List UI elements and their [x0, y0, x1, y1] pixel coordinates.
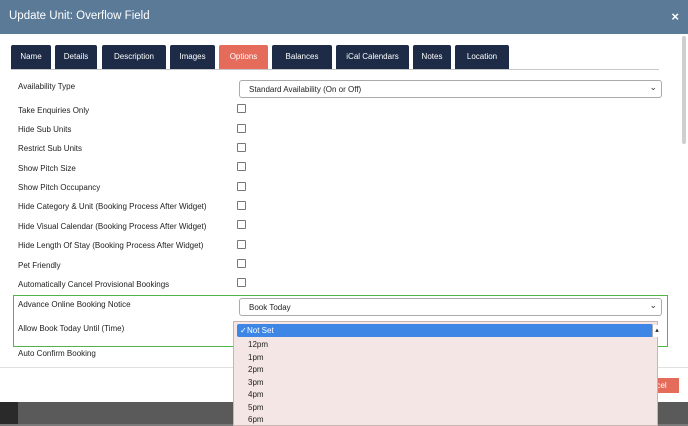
auto-confirm-booking-label: Auto Confirm Booking: [18, 349, 96, 358]
dropdown-option-4pm[interactable]: 4pm: [234, 388, 657, 401]
book-today-until-label: Allow Book Today Until (Time): [18, 324, 125, 333]
tab-images[interactable]: Images: [170, 45, 215, 69]
hide-length-of-stay-label: Hide Length Of Stay (Booking Process Aft…: [18, 241, 204, 250]
scrollbar[interactable]: [682, 36, 686, 144]
dropdown-option-12pm[interactable]: 12pm: [234, 338, 657, 351]
tab-name[interactable]: Name: [11, 45, 51, 69]
chevron-down-icon: ⌄: [649, 82, 657, 92]
auto-cancel-provisional-label: Automatically Cancel Provisional Booking…: [18, 280, 170, 289]
show-pitch-occupancy-label: Show Pitch Occupancy: [18, 183, 101, 192]
show-pitch-occupancy-checkbox[interactable]: [237, 182, 246, 191]
tab-notes[interactable]: Notes: [413, 45, 451, 69]
tab-options[interactable]: Options: [219, 45, 268, 69]
modal-header: Update Unit: Overflow Field ×: [0, 0, 688, 34]
hide-visual-calendar-checkbox[interactable]: [237, 220, 246, 229]
hide-length-of-stay-checkbox[interactable]: [237, 240, 246, 249]
checkmark-icon: ✓: [240, 326, 247, 335]
tab-balances[interactable]: Balances: [272, 45, 332, 69]
close-icon[interactable]: ×: [671, 9, 679, 24]
modal-title: Update Unit: Overflow Field: [9, 10, 150, 22]
hide-sub-units-label: Hide Sub Units: [18, 125, 72, 134]
dropdown-option-3pm[interactable]: 3pm: [234, 376, 657, 389]
dropdown-arrow-icon[interactable]: ▴: [652, 325, 661, 337]
show-pitch-size-label: Show Pitch Size: [18, 164, 76, 173]
chevron-down-icon: ⌄: [649, 300, 657, 310]
availability-type-value: Standard Availability (On or Off): [249, 85, 362, 94]
dropdown-option-not-set[interactable]: ✓ Not Set: [237, 324, 653, 337]
availability-type-select[interactable]: Standard Availability (On or Off) ⌄: [239, 80, 662, 98]
dropdown-option-5pm[interactable]: 5pm: [234, 401, 657, 414]
tab-ical-calendars[interactable]: iCal Calendars: [336, 45, 409, 69]
availability-type-label: Availability Type: [18, 82, 76, 91]
auto-cancel-provisional-checkbox[interactable]: [237, 278, 246, 287]
hide-category-unit-label: Hide Category & Unit (Booking Process Af…: [18, 202, 207, 211]
advance-booking-notice-value: Book Today: [249, 303, 291, 312]
restrict-sub-units-label: Restrict Sub Units: [18, 144, 83, 153]
dropdown-option-2pm[interactable]: 2pm: [234, 363, 657, 376]
advance-booking-notice-label: Advance Online Booking Notice: [18, 300, 131, 309]
tab-location[interactable]: Location: [455, 45, 509, 69]
hide-sub-units-checkbox[interactable]: [237, 124, 246, 133]
pet-friendly-checkbox[interactable]: [237, 259, 246, 268]
pet-friendly-label: Pet Friendly: [18, 261, 61, 270]
background-dark-block: [0, 402, 18, 424]
tab-description[interactable]: Description: [102, 45, 166, 69]
take-enquiries-checkbox[interactable]: [237, 104, 246, 113]
book-today-until-dropdown[interactable]: ✓ Not Set 12pm 1pm 2pm 3pm 4pm 5pm 6pm: [233, 321, 658, 426]
show-pitch-size-checkbox[interactable]: [237, 162, 246, 171]
tab-details[interactable]: Details: [55, 45, 97, 69]
take-enquiries-label: Take Enquiries Only: [18, 106, 90, 115]
dropdown-option-1pm[interactable]: 1pm: [234, 351, 657, 364]
advance-booking-notice-select[interactable]: Book Today ⌄: [239, 298, 662, 316]
hide-category-unit-checkbox[interactable]: [237, 201, 246, 210]
hide-visual-calendar-label: Hide Visual Calendar (Booking Process Af…: [18, 222, 207, 231]
restrict-sub-units-checkbox[interactable]: [237, 143, 246, 152]
tabs-divider: [11, 69, 659, 70]
